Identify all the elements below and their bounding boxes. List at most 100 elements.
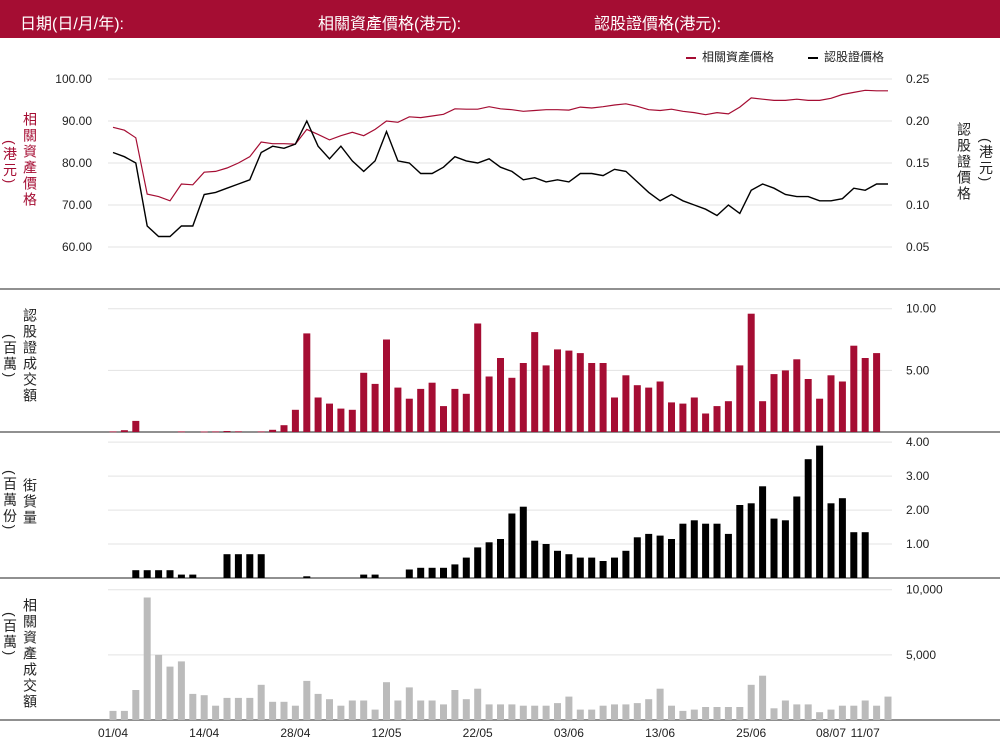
outstanding-bar (759, 486, 767, 578)
underlying-turnover-bar (554, 703, 561, 720)
outstanding-bar (633, 537, 641, 578)
underlying-turnover-bar (303, 680, 311, 720)
price-left-tick-label: 70.00 (62, 198, 92, 212)
underlying-turnover-bar (405, 687, 413, 720)
outstanding-bar (166, 570, 174, 578)
underlying-turnover-bar (120, 710, 128, 720)
outstanding-bar (303, 576, 311, 578)
outstanding-bar (360, 574, 368, 578)
outstanding-bar (850, 532, 858, 578)
warrant-turnover-bar (702, 413, 710, 432)
warrant-turnover-bar (542, 365, 550, 432)
outstanding-bar (462, 557, 470, 578)
warrant-turnover-bar (303, 333, 311, 432)
warrant-turnover-bar (827, 375, 835, 432)
warrant-turnover-bar (611, 397, 618, 432)
warrant-turnover-bar (394, 387, 402, 432)
outstanding-bar (405, 569, 413, 578)
underlying-turnover-bar (531, 705, 539, 720)
outstanding-bar (645, 533, 653, 578)
warrant-turnover-bar (462, 393, 470, 432)
underlying-turnover-bar (337, 705, 345, 720)
outstanding-bar (451, 564, 459, 578)
x-tick-label: 14/04 (189, 726, 219, 740)
outstanding-tick-label: 1.00 (906, 537, 930, 551)
price-right-tick-label: 0.15 (906, 156, 930, 170)
warrant-turnover-bar (770, 374, 778, 432)
warrant-turnover-bar (212, 431, 220, 433)
warrant-turnover-bar (622, 375, 630, 432)
outstanding-bar (724, 533, 732, 578)
outstanding-bar (736, 505, 744, 578)
warrant-turnover-bar (747, 313, 755, 432)
underlying-turnover-bar (326, 699, 333, 720)
underlying-turnover-bar (861, 700, 869, 720)
outstanding-bar (565, 554, 573, 578)
price-left-tick-label: 80.00 (62, 156, 92, 170)
warrant-turnover-bar (645, 387, 653, 432)
outstanding-bar (554, 550, 561, 578)
outstanding-bar (690, 520, 698, 578)
outstanding-bar (246, 554, 254, 578)
warrant-turnover-bar (326, 403, 333, 432)
outstanding-bar (747, 503, 755, 578)
outstanding-bar (713, 523, 721, 578)
outstanding-bar (189, 574, 197, 578)
warrant-turnover-bar (451, 388, 459, 432)
warrant-turnover-bar (223, 431, 231, 432)
warrant-turnover-bar (668, 402, 675, 432)
warrant-turnover-tick-label: 10.00 (906, 302, 936, 316)
outstanding-bar (485, 542, 493, 578)
price-left-tick-label: 90.00 (62, 114, 92, 128)
underlying-turnover-bar (702, 707, 710, 720)
warrant-turnover-bar (257, 431, 265, 433)
underlying-turnover-bar (759, 675, 767, 720)
outstanding-bar (576, 557, 584, 578)
underlying-turnover-bar (189, 693, 197, 720)
warrant-turnover-bar (576, 353, 584, 432)
outstanding-bar (622, 550, 630, 578)
warrant-turnover-bar (804, 379, 812, 432)
underlying-turnover-bar (884, 696, 892, 720)
underlying-turnover-bar (257, 684, 265, 720)
underlying-turnover-bar (770, 708, 778, 720)
warrant-turnover-bar (417, 388, 425, 432)
underlying-turnover-bar (827, 709, 835, 720)
warrant-turnover-bar (485, 376, 493, 432)
underlying-turnover-bar (599, 705, 607, 720)
underlying-turnover-bar (838, 705, 846, 720)
x-tick-label: 12/05 (371, 726, 401, 740)
underlying-turnover-bar (428, 700, 436, 720)
underlying-turnover-bar (633, 703, 641, 720)
outstanding-bar (702, 523, 710, 578)
warrant-turnover-bar (177, 431, 185, 433)
warrant-turnover-bar (679, 403, 687, 432)
warrant-turnover-bar (519, 363, 527, 432)
outstanding-bar (155, 570, 163, 578)
underlying-turnover-bar (485, 704, 493, 720)
warrant-turnover-bar (348, 409, 356, 432)
price-right-tick-label: 0.20 (906, 114, 930, 128)
underlying-turnover-bar (269, 701, 277, 720)
warrant-turnover-bar (291, 409, 299, 432)
warrant-turnover-bar (337, 408, 345, 432)
outstanding-bar (234, 554, 242, 578)
warrant-turnover-bar (713, 406, 721, 432)
warrant-turnover-bar (109, 431, 117, 433)
underlying-turnover-bar (873, 705, 881, 720)
underlying-turnover-bar (246, 697, 254, 720)
price-left-tick-label: 100.00 (55, 72, 92, 86)
underlying-turnover-tick-label: 10,000 (906, 583, 943, 597)
warrant-turnover-bar (759, 401, 767, 432)
underlying-turnover-bar (474, 688, 482, 720)
underlying-turnover-bar (314, 693, 322, 720)
x-tick-label: 28/04 (280, 726, 310, 740)
outstanding-bar (611, 557, 618, 578)
warrant-turnover-bar (314, 397, 322, 432)
underlying-turnover-bar (690, 709, 698, 720)
warrant-turnover-bar (531, 332, 539, 432)
underlying-turnover-bar (576, 709, 584, 720)
outstanding-bar (781, 520, 789, 578)
underlying-turnover-bar (542, 705, 550, 720)
underlying-turnover-bar (462, 699, 470, 720)
